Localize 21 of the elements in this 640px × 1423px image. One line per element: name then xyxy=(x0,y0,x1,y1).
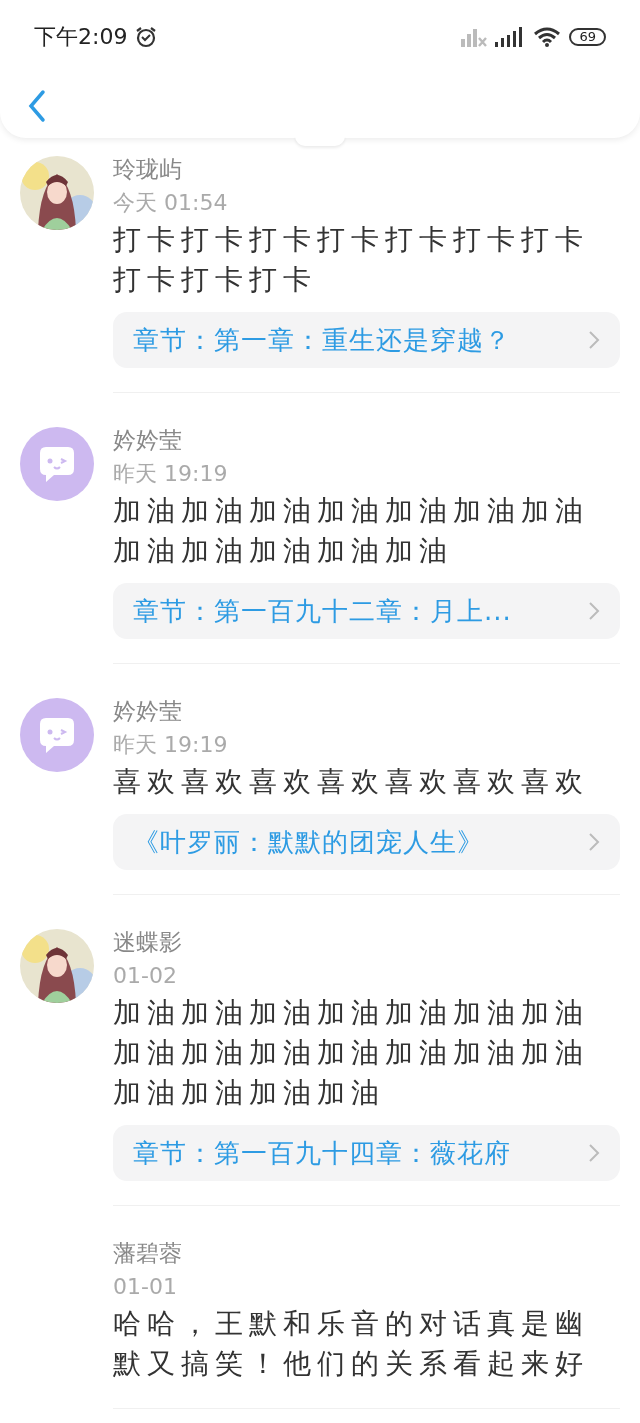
user-name: 玲珑屿 xyxy=(113,155,183,184)
comment-time: 今天 01:54 xyxy=(113,189,229,217)
comment-time: 01-01 xyxy=(113,1273,178,1301)
chapter-link[interactable]: 章节：第一章：重生还是穿越？ xyxy=(113,312,620,368)
comment-text: 喜欢喜欢喜欢喜欢喜欢喜欢喜欢 xyxy=(113,764,590,800)
comment-text: 加油加油加油加油加油加油加油加油加油加油加油加油 xyxy=(113,493,590,569)
comment-time: 01-02 xyxy=(113,962,178,990)
chapter-link[interactable]: 章节：第一百九十四章：薇花府 xyxy=(113,1125,620,1181)
comment-time: 昨天 19:19 xyxy=(113,460,229,488)
user-name: 妗妗莹 xyxy=(113,426,183,455)
chapter-link[interactable]: 章节：第一百九十二章：月上... xyxy=(113,583,620,639)
comment-text: 打卡打卡打卡打卡打卡打卡打卡打卡打卡打卡 xyxy=(113,222,590,298)
user-name: 迷蝶影 xyxy=(113,928,183,957)
status-time: 下午2:09 xyxy=(34,23,128,51)
user-name: 妗妗莹 xyxy=(113,697,183,726)
comment-text: 哈哈，王默和乐音的对话真是幽默又搞笑！他们的关系看起来好 xyxy=(113,1306,590,1382)
battery-level: 69 xyxy=(569,28,606,46)
comment-text: 加油加油加油加油加油加油加油加油加油加油加油加油加油加油加油加油加油加油 xyxy=(113,995,590,1111)
comment-time: 昨天 19:19 xyxy=(113,731,229,759)
chapter-link[interactable]: 《叶罗丽：默默的团宠人生》 xyxy=(113,814,620,870)
user-name: 藩碧蓉 xyxy=(113,1239,183,1268)
